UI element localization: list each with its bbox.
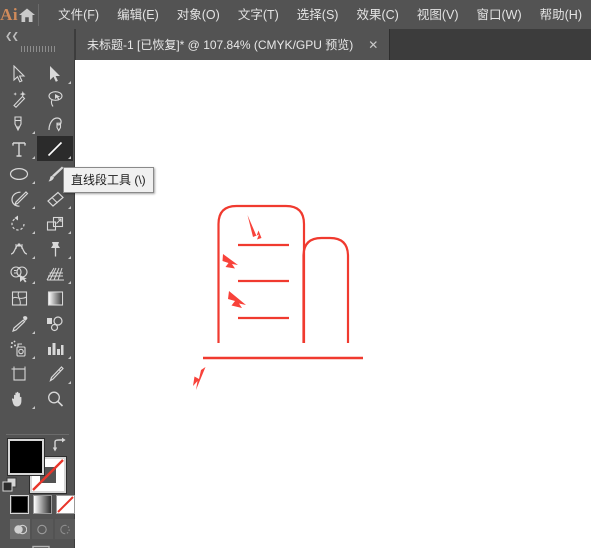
none-slash-icon[interactable] (56, 495, 75, 514)
shape-builder-tool[interactable] (1, 261, 37, 286)
close-icon[interactable]: ✕ (365, 37, 381, 53)
menu-select[interactable]: 选择(S) (288, 3, 348, 27)
gradient-swatch-icon[interactable] (33, 495, 52, 514)
left-rounded-shape (217, 204, 306, 343)
shaper-tool[interactable] (1, 186, 37, 211)
menu-edit[interactable]: 编辑(E) (108, 3, 168, 27)
curvature-tool[interactable] (37, 111, 73, 136)
slice-tool[interactable] (37, 361, 73, 386)
fill-stroke-controls (0, 437, 75, 497)
document-tab-label: 未标题-1 [已恢复]* @ 107.84% (CMYK/GPU 预览) (87, 38, 354, 52)
illustrator-window: Ai 文件(F) 编辑(E) 对象(O) 文字(T) 选择(S) 效果(C) 视… (0, 0, 591, 548)
column-graph-tool[interactable] (37, 336, 73, 361)
zoom-tool[interactable] (37, 386, 73, 411)
type-tool[interactable] (1, 136, 37, 161)
annotation-arrow-group (193, 215, 262, 390)
draw-inside-icon[interactable] (54, 519, 75, 539)
menu-bar: Ai 文件(F) 编辑(E) 对象(O) 文字(T) 选择(S) 效果(C) 视… (0, 0, 591, 29)
pen-tool[interactable] (1, 111, 37, 136)
fill-color-swatch[interactable] (8, 439, 44, 475)
tools-divider (6, 434, 69, 435)
solid-color-icon[interactable] (10, 495, 29, 514)
menu-separator (37, 3, 39, 26)
lasso-tool[interactable] (37, 86, 73, 111)
direct-selection-tool[interactable] (37, 61, 73, 86)
width-tool[interactable] (1, 236, 37, 261)
magic-wand-tool[interactable] (1, 86, 37, 111)
flyout-indicator-icon (32, 331, 35, 334)
flyout-indicator-icon (68, 356, 71, 359)
tools-panel-header: ❮❮ (0, 29, 75, 61)
flyout-indicator-icon (32, 231, 35, 234)
flyout-indicator-icon (32, 206, 35, 209)
illustrator-logo-icon: Ai (0, 4, 19, 24)
artwork-vector (193, 204, 363, 390)
flyout-indicator-icon (32, 356, 35, 359)
menu-item-list: 文件(F) 编辑(E) 对象(O) 文字(T) 选择(S) 效果(C) 视图(V… (49, 3, 591, 27)
mesh-tool[interactable] (1, 286, 37, 311)
menu-effect[interactable]: 效果(C) (347, 3, 407, 27)
screen-mode-icon (31, 545, 50, 548)
panel-grip-icon[interactable] (20, 46, 55, 52)
menu-file[interactable]: 文件(F) (49, 3, 108, 27)
ellipse-tool[interactable] (1, 161, 37, 186)
menu-view[interactable]: 视图(V) (408, 3, 468, 27)
flyout-indicator-icon (68, 206, 71, 209)
flyout-indicator-icon (32, 156, 35, 159)
annotation-arrow-upright (193, 367, 206, 390)
menu-help[interactable]: 帮助(H) (531, 3, 591, 27)
flyout-indicator-icon (32, 131, 35, 134)
draw-mode-row (0, 519, 75, 539)
artboard-tool[interactable] (1, 361, 37, 386)
menu-object[interactable]: 对象(O) (168, 3, 229, 27)
eyedropper-tool[interactable] (1, 311, 37, 336)
artboard-canvas[interactable] (75, 60, 591, 548)
flyout-indicator-icon (68, 156, 71, 159)
flyout-indicator-icon (32, 181, 35, 184)
flyout-indicator-icon (32, 406, 35, 409)
right-rounded-shape (302, 236, 350, 343)
flyout-indicator-icon (68, 231, 71, 234)
blend-tool[interactable] (37, 311, 73, 336)
flyout-indicator-icon (68, 256, 71, 259)
annotation-arrow-downright-2 (228, 291, 246, 308)
flyout-indicator-icon (32, 256, 35, 259)
tool-button-grid (0, 61, 75, 411)
home-icon[interactable] (18, 0, 36, 29)
symbol-sprayer-tool[interactable] (1, 336, 37, 361)
default-fill-stroke-icon[interactable] (2, 477, 18, 493)
gradient-tool[interactable] (37, 286, 73, 311)
free-transform-tool[interactable] (37, 236, 73, 261)
hand-tool[interactable] (1, 386, 37, 411)
menu-type[interactable]: 文字(T) (229, 3, 288, 27)
document-tab-strip: 未标题-1 [已恢复]* @ 107.84% (CMYK/GPU 预览) ✕ (0, 29, 591, 60)
document-tab[interactable]: 未标题-1 [已恢复]* @ 107.84% (CMYK/GPU 预览) ✕ (76, 29, 391, 60)
draw-behind-icon[interactable] (32, 519, 53, 539)
annotation-arrow-down (247, 215, 262, 240)
tools-panel: ❮❮ (0, 29, 75, 548)
selection-tool[interactable] (1, 61, 37, 86)
draw-normal-icon[interactable] (10, 519, 31, 539)
annotation-arrow-downright-1 (222, 254, 238, 269)
swap-fill-stroke-icon[interactable] (52, 437, 68, 453)
flyout-indicator-icon (68, 81, 71, 84)
line-segment-tool[interactable] (37, 136, 73, 161)
scale-tool[interactable] (37, 211, 73, 236)
color-mode-row (0, 495, 75, 514)
flyout-indicator-icon (68, 381, 71, 384)
perspective-grid-tool[interactable] (37, 261, 73, 286)
flyout-indicator-icon (68, 281, 71, 284)
rotate-tool[interactable] (1, 211, 37, 236)
flyout-indicator-icon (32, 281, 35, 284)
collapse-panel-icon[interactable]: ❮❮ (5, 32, 19, 42)
screen-mode-button[interactable] (0, 544, 75, 548)
tool-tooltip: 直线段工具 (\) (63, 167, 154, 193)
menu-window[interactable]: 窗口(W) (468, 3, 531, 27)
